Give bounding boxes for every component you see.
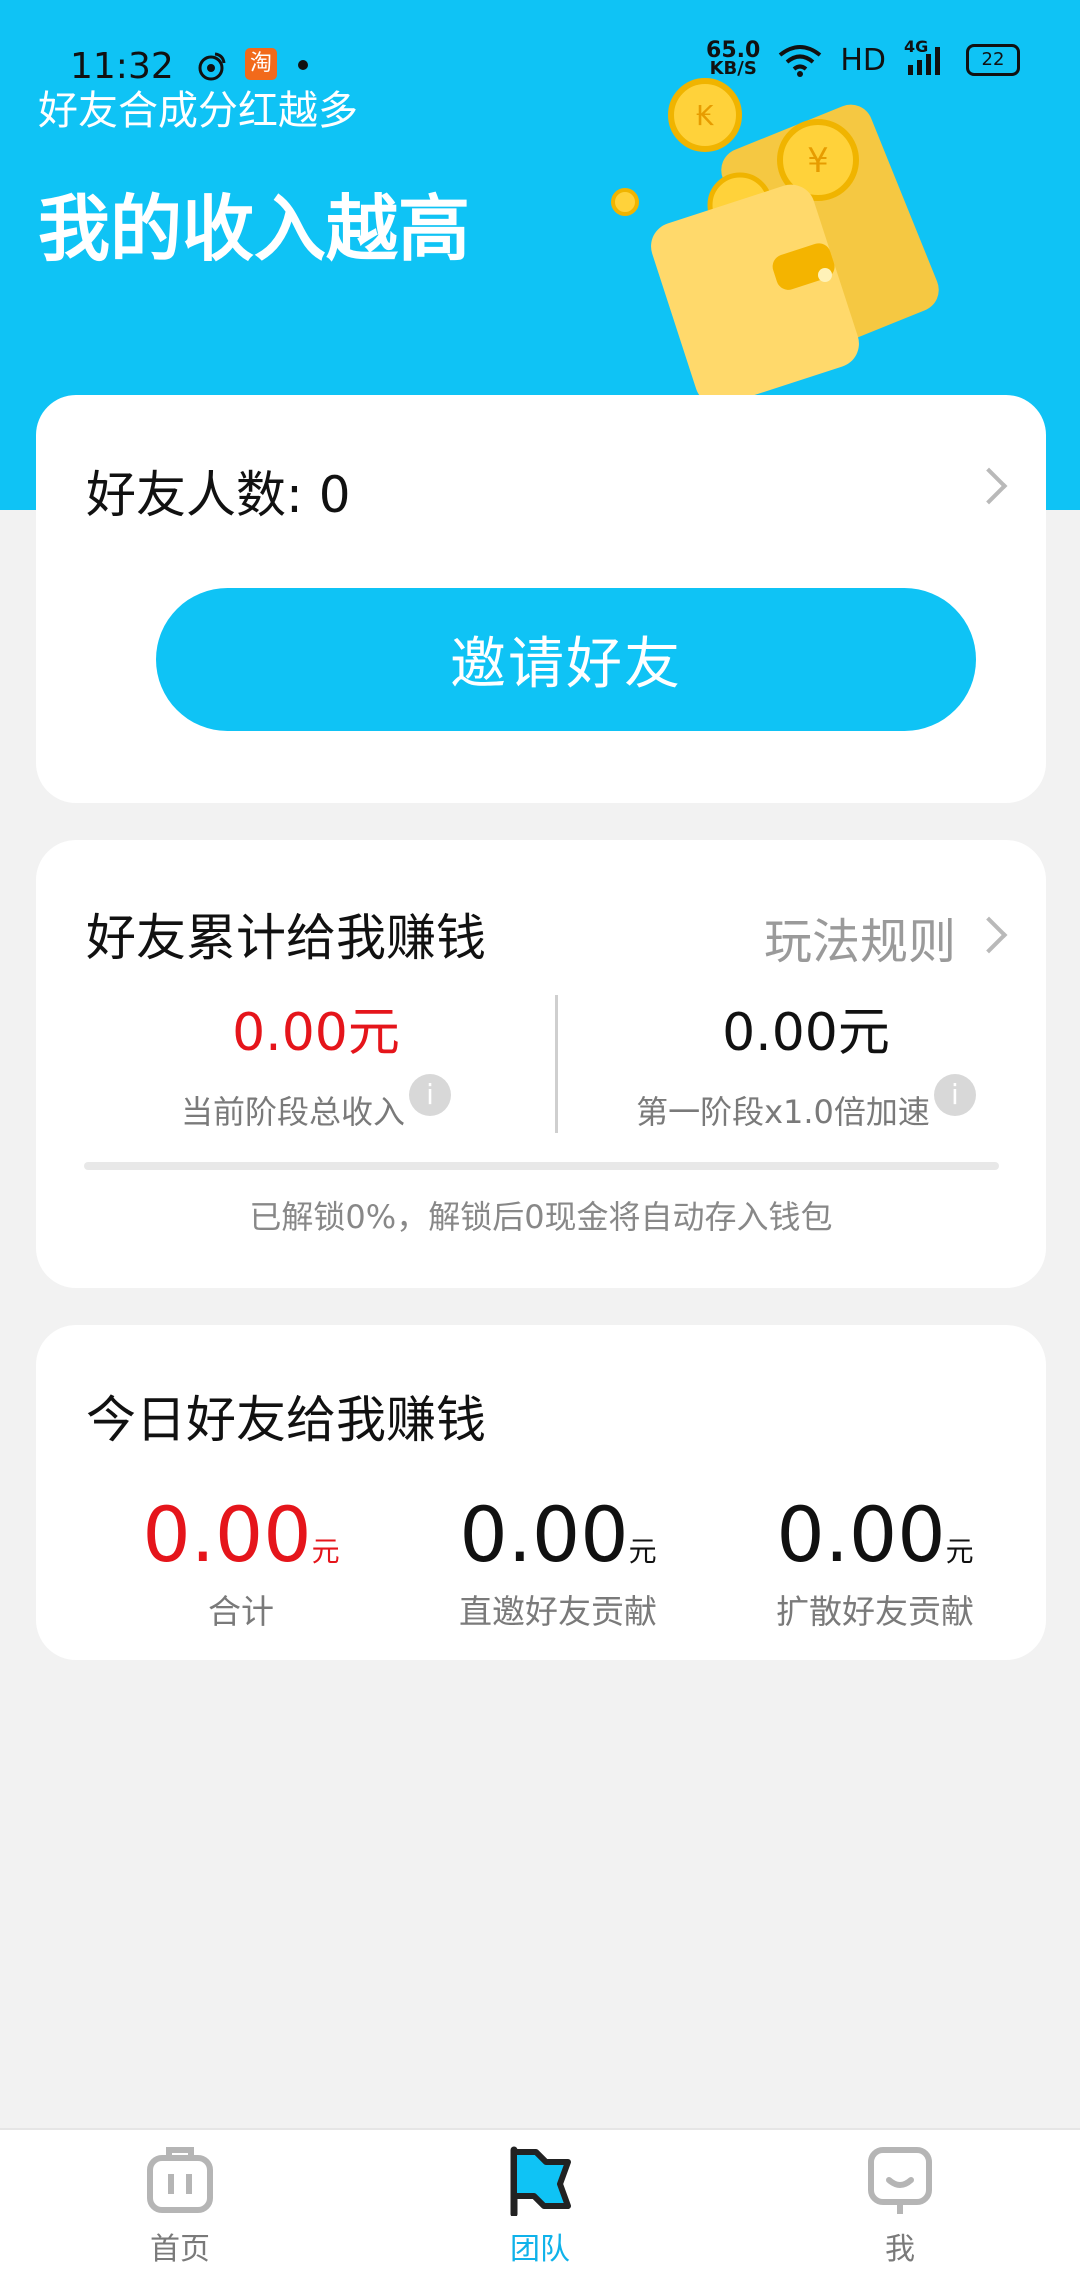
dot-icon: [298, 60, 308, 70]
invite-friends-button[interactable]: 邀请好友: [156, 588, 976, 731]
friends-count-row[interactable]: 好友人数: 0: [86, 455, 351, 527]
stage-one-total: 0.00元 第一阶段x1.0倍加速 i: [566, 990, 1046, 1133]
spread-friends-label: 扩散好友贡献: [776, 1592, 974, 1631]
direct-invite-label: 直邀好友贡献: [459, 1592, 657, 1631]
spread-friends-value: 0.00: [776, 1490, 946, 1579]
banner-title: 我的收入越高: [38, 187, 471, 271]
today-spread-friends: 0.00元 扩散好友贡献: [710, 1490, 1040, 1633]
nav-me[interactable]: 我: [800, 2144, 1000, 2268]
stage-one-value: 0.00元: [722, 1003, 890, 1063]
cumulative-earnings-card: 好友累计给我赚钱 玩法规则 0.00元 当前阶段总收入 i 0.00元 第一阶段…: [36, 840, 1046, 1288]
stage-one-label: 第一阶段x1.0倍加速: [636, 1093, 930, 1131]
home-icon: [147, 2147, 213, 2213]
unlock-note: 已解锁0%，解锁后0现金将自动存入钱包: [249, 1198, 833, 1236]
team-flag-icon: [510, 2146, 571, 2218]
friends-card: 好友人数: 0 邀请好友: [36, 395, 1046, 803]
direct-invite-unit: 元: [628, 1535, 657, 1568]
chevron-right-icon[interactable]: [970, 467, 1008, 505]
bottom-nav: 首页 团队 我: [0, 2128, 1080, 2282]
today-total-unit: 元: [311, 1535, 340, 1568]
nav-team-label: 团队: [510, 2232, 570, 2267]
svg-text:₭: ₭: [696, 99, 714, 132]
vertical-divider: [555, 995, 558, 1133]
profile-icon: [868, 2147, 932, 2214]
spread-friends-unit: 元: [945, 1535, 974, 1568]
nav-team[interactable]: 团队: [440, 2144, 640, 2268]
chevron-right-icon[interactable]: [970, 916, 1008, 954]
battery-icon: 22: [966, 44, 1020, 76]
banner-subtitle: 好友合成分红越多: [38, 88, 358, 134]
direct-invite-value: 0.00: [459, 1490, 629, 1579]
friends-count-label: 好友人数:: [86, 466, 303, 524]
rules-link[interactable]: 玩法规则: [764, 902, 956, 972]
current-stage-total: 0.00元 当前阶段总收入 i: [76, 990, 556, 1133]
today-title: 今日好友给我赚钱: [86, 1391, 486, 1449]
today-total-label: 合计: [208, 1592, 274, 1631]
taobao-icon: 淘: [245, 48, 277, 80]
current-total-label: 当前阶段总收入: [180, 1093, 405, 1131]
nav-home[interactable]: 首页: [80, 2144, 280, 2268]
info-icon[interactable]: i: [409, 1074, 451, 1116]
today-total: 0.00元 合计: [76, 1490, 406, 1633]
friends-count-value: 0: [318, 466, 351, 524]
info-icon[interactable]: i: [933, 1074, 976, 1116]
nav-home-label: 首页: [150, 2232, 210, 2267]
unlock-progress-bar: [84, 1162, 999, 1170]
today-direct-invite: 0.00元 直邀好友贡献: [393, 1490, 723, 1633]
today-total-value: 0.00: [142, 1490, 312, 1579]
today-earnings-card: 今日好友给我赚钱 0.00元 合计 0.00元 直邀好友贡献 0.00元 扩散好…: [36, 1325, 1046, 1660]
nav-me-label: 我: [885, 2232, 915, 2267]
current-total-value: 0.00元: [232, 1003, 400, 1063]
cumulative-title: 好友累计给我赚钱: [86, 909, 486, 967]
svg-text:¥: ¥: [807, 141, 829, 181]
wallet-illustration: ₭ ¥: [611, 78, 939, 406]
